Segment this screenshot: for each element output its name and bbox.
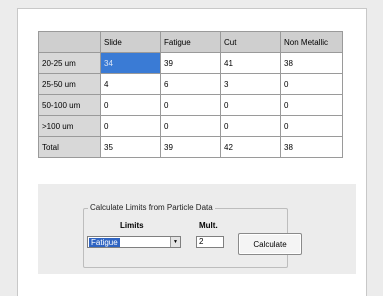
table-cell[interactable]: 41 [220, 52, 281, 74]
table-row: 50-100 um 0 0 0 0 [38, 94, 343, 116]
table-cell[interactable]: 0 [160, 94, 221, 116]
limits-dropdown[interactable]: Fatigue ▼ [87, 236, 181, 248]
particle-grid: Slide Fatigue Cut Non Metallic 20-25 um … [38, 31, 343, 158]
row-header[interactable]: Total [38, 136, 101, 158]
table-cell-selected[interactable]: 34 [100, 52, 161, 74]
col-header-non-metallic[interactable]: Non Metallic [280, 31, 343, 53]
table-cell[interactable]: 3 [220, 73, 281, 95]
table-cell[interactable]: 0 [220, 94, 281, 116]
chevron-down-icon[interactable]: ▼ [170, 237, 180, 247]
table-cell[interactable]: 38 [280, 136, 343, 158]
calculate-limits-group: Calculate Limits from Particle Data Limi… [83, 203, 302, 268]
table-cell[interactable]: 0 [100, 115, 161, 137]
mult-input[interactable]: 2 [196, 236, 224, 248]
table-row: >100 um 0 0 0 0 [38, 115, 343, 137]
table-cell[interactable]: 39 [160, 52, 221, 74]
table-row: 20-25 um 34 39 41 38 [38, 52, 343, 74]
table-cell[interactable]: 42 [220, 136, 281, 158]
table-row-total: Total 35 39 42 38 [38, 136, 343, 158]
limits-selected-value: Fatigue [89, 238, 120, 247]
limits-label: Limits [120, 221, 144, 230]
table-cell[interactable]: 39 [160, 136, 221, 158]
corner-cell [38, 31, 101, 53]
table-cell[interactable]: 0 [100, 94, 161, 116]
row-header[interactable]: 50-100 um [38, 94, 101, 116]
col-header-fatigue[interactable]: Fatigue [160, 31, 221, 53]
table-row: 25-50 um 4 6 3 0 [38, 73, 343, 95]
header-row: Slide Fatigue Cut Non Metallic [38, 31, 343, 53]
table-cell[interactable]: 0 [280, 115, 343, 137]
table-cell[interactable]: 6 [160, 73, 221, 95]
col-header-slide[interactable]: Slide [100, 31, 161, 53]
table-cell[interactable]: 4 [100, 73, 161, 95]
group-title: Calculate Limits from Particle Data [88, 203, 215, 212]
table-cell[interactable]: 35 [100, 136, 161, 158]
table-cell[interactable]: 0 [220, 115, 281, 137]
table-cell[interactable]: 0 [280, 73, 343, 95]
row-header[interactable]: 20-25 um [38, 52, 101, 74]
table-cell[interactable]: 0 [280, 94, 343, 116]
particle-data-panel: Slide Fatigue Cut Non Metallic 20-25 um … [17, 8, 367, 296]
table-cell[interactable]: 0 [160, 115, 221, 137]
calculate-button[interactable]: Calculate [238, 233, 302, 255]
table-cell[interactable]: 38 [280, 52, 343, 74]
row-header[interactable]: >100 um [38, 115, 101, 137]
row-header[interactable]: 25-50 um [38, 73, 101, 95]
col-header-cut[interactable]: Cut [220, 31, 281, 53]
calculation-area: Calculate Limits from Particle Data Limi… [38, 184, 356, 274]
mult-label: Mult. [199, 221, 218, 230]
